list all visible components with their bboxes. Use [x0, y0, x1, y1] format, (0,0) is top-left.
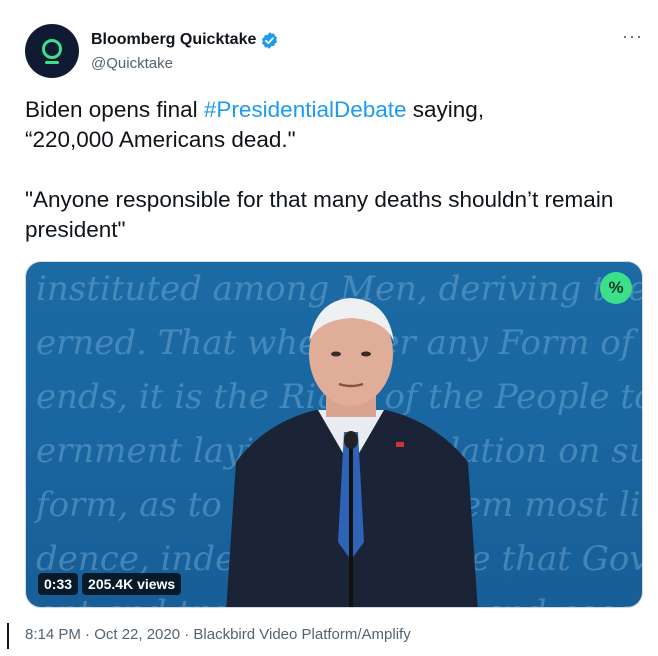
- quicktake-logo-icon: [42, 39, 62, 64]
- display-name[interactable]: Bloomberg Quicktake: [91, 31, 256, 49]
- more-options-icon[interactable]: ···: [622, 26, 643, 47]
- tweet-text-before: Biden opens final: [25, 97, 204, 122]
- tweet-header: Bloomberg Quicktake @Quicktake ···: [25, 24, 645, 80]
- author-names: Bloomberg Quicktake @Quicktake: [91, 30, 279, 72]
- video-views: 205.4K views: [82, 573, 182, 595]
- text-cursor: [7, 623, 9, 649]
- handle[interactable]: @Quicktake: [91, 55, 279, 72]
- tweet-card: Bloomberg Quicktake @Quicktake ··· Biden…: [0, 0, 658, 656]
- verified-badge-icon: [262, 31, 278, 49]
- avatar[interactable]: [25, 24, 79, 78]
- speaker-figure: [226, 298, 478, 607]
- tweet-timestamp[interactable]: 8:14 PM · Oct 22, 2020 · Blackbird Video…: [25, 626, 411, 643]
- percent-badge-icon: %: [600, 272, 632, 304]
- video-player[interactable]: instituted among Men, deriving their jus…: [25, 261, 643, 608]
- hashtag-link[interactable]: #PresidentialDebate: [204, 97, 407, 122]
- video-duration: 0:33: [38, 573, 79, 595]
- video-stats: 0:33 205.4K views: [38, 573, 182, 595]
- tweet-text: Biden opens final #PresidentialDebate sa…: [25, 95, 640, 245]
- display-name-row: Bloomberg Quicktake: [91, 30, 279, 50]
